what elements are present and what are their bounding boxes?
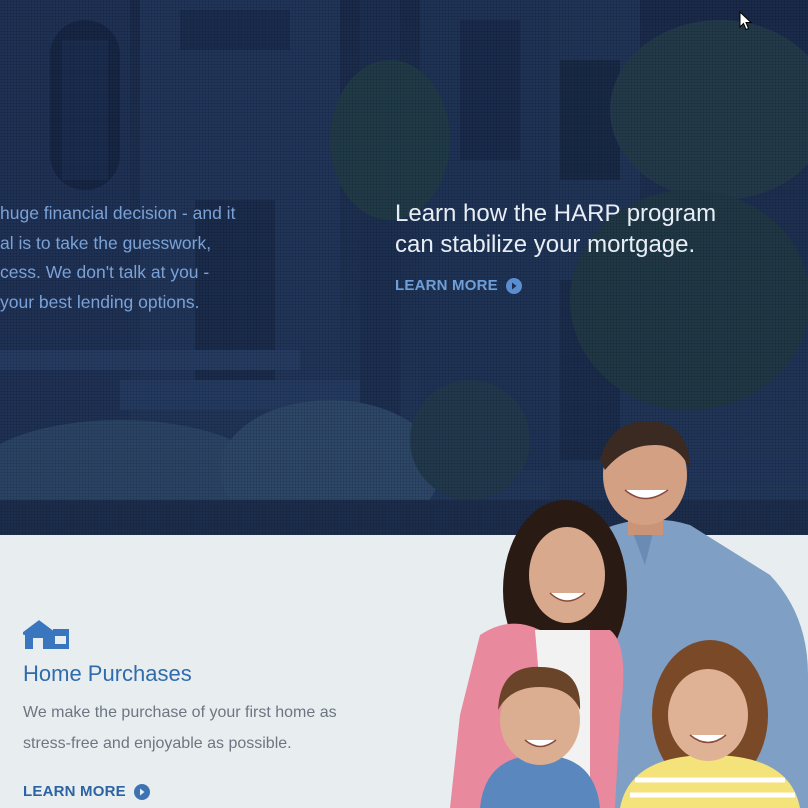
home-purchases-learn-more-label: LEARN MORE (23, 783, 126, 800)
family-photo (450, 420, 808, 808)
arrow-right-circle-icon (133, 783, 150, 800)
harp-promo: Learn how the HARP program can stabilize… (395, 198, 775, 294)
harp-headline-line: can stabilize your mortgage. (395, 231, 696, 258)
home-purchases-learn-more-link[interactable]: LEARN MORE (23, 783, 150, 800)
hero-intro-text: huge financial decision - and it al is t… (0, 199, 290, 317)
harp-headline: Learn how the HARP program can stabilize… (395, 198, 775, 260)
harp-learn-more-label: LEARN MORE (395, 277, 498, 294)
home-purchases-description: We make the purchase of your first home … (23, 697, 403, 759)
harp-headline-line: Learn how the HARP program (395, 200, 717, 227)
mouse-cursor-icon (739, 11, 753, 31)
home-purchases-description-line: We make the purchase of your first home … (23, 704, 337, 721)
home-purchases-feature: Home Purchases We make the purchase of y… (23, 620, 403, 800)
hero-intro-line: huge financial decision - and it (0, 203, 236, 223)
home-purchases-title: Home Purchases (23, 661, 192, 686)
harp-learn-more-link[interactable]: LEARN MORE (395, 277, 522, 294)
hero-intro-line: cess. We don't talk at you - (0, 262, 210, 282)
hero-intro-line: your best lending options. (0, 291, 200, 312)
house-icon (23, 620, 69, 649)
arrow-right-circle-icon (505, 277, 522, 294)
hero-intro-line: al is to take the guesswork, (0, 232, 212, 253)
home-purchases-description-line: stress-free and enjoyable as possible. (23, 735, 292, 752)
